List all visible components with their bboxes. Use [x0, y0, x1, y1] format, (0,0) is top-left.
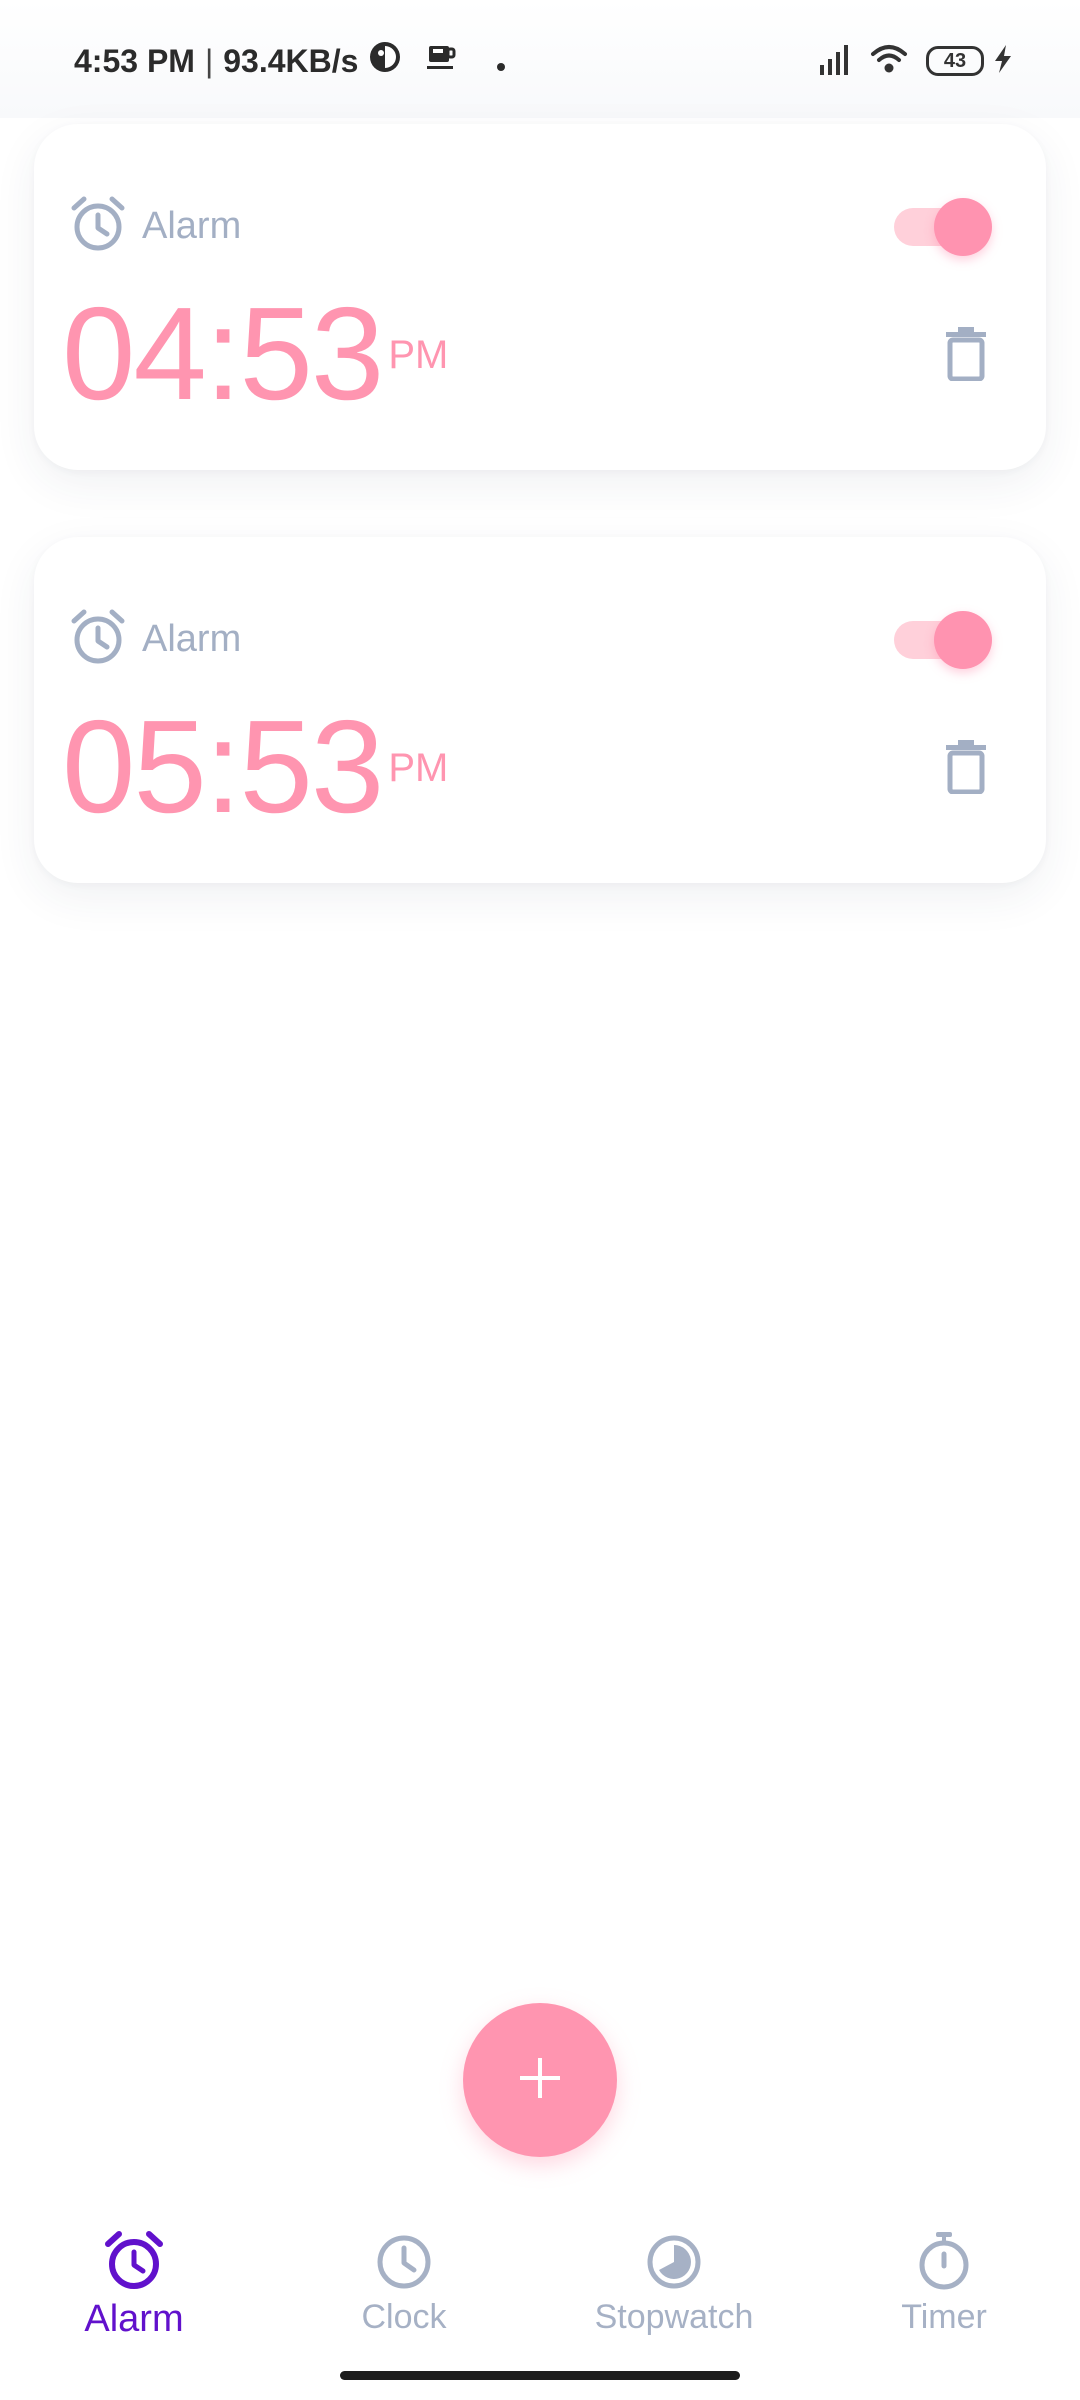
dot-icon	[496, 43, 506, 80]
nav-label-alarm: Alarm	[84, 2298, 184, 2340]
alarm-clock-icon	[68, 194, 128, 259]
delete-alarm-button[interactable]	[934, 324, 998, 388]
alarm-time[interactable]: 04:53	[62, 288, 384, 420]
alarm-card[interactable]: Alarm 05:53 PM	[34, 537, 1046, 883]
status-bar-right: 43	[818, 38, 1014, 84]
alarm-label: Alarm	[142, 204, 242, 247]
alarm-toggle[interactable]	[886, 192, 992, 258]
network-speed: 93.4KB/s	[223, 42, 359, 79]
nav-item-stopwatch[interactable]: Stopwatch	[564, 2210, 784, 2360]
alarm-label-row: Alarm	[68, 194, 241, 258]
app-notification-icon	[368, 40, 402, 82]
status-bar: 4:53 PM | 93.4KB/s 43	[0, 0, 1080, 118]
home-indicator[interactable]	[340, 2371, 740, 2380]
status-time: 4:53 PM	[74, 42, 195, 79]
add-alarm-button[interactable]	[463, 2003, 617, 2157]
clock-icon	[372, 2228, 436, 2292]
alarm-clock-icon	[68, 607, 128, 672]
alarm-time-row[interactable]: 05:53 PM	[62, 701, 449, 833]
alarm-clock-icon	[102, 2228, 166, 2292]
timer-icon	[912, 2228, 976, 2292]
nav-label-clock: Clock	[361, 2298, 447, 2336]
alarm-toggle[interactable]	[886, 605, 992, 671]
nav-item-timer[interactable]: Timer	[834, 2210, 1054, 2360]
alarm-ampm: PM	[388, 333, 449, 377]
toggle-knob	[934, 198, 992, 256]
alarm-ampm: PM	[388, 746, 449, 790]
bottom-navigation: Alarm Clock Stopwatch Timer	[0, 2210, 1080, 2360]
wifi-icon	[870, 43, 908, 80]
nav-item-alarm[interactable]: Alarm	[24, 2210, 244, 2360]
signal-icon	[818, 43, 852, 80]
delete-alarm-button[interactable]	[934, 737, 998, 801]
nav-label-timer: Timer	[901, 2298, 987, 2336]
nav-label-stopwatch: Stopwatch	[594, 2298, 754, 2336]
trash-icon	[944, 739, 988, 799]
coffee-icon	[424, 40, 458, 82]
nav-item-clock[interactable]: Clock	[294, 2210, 514, 2360]
plus-icon	[518, 2056, 562, 2105]
alarm-label: Alarm	[142, 617, 242, 660]
alarm-label-row: Alarm	[68, 607, 241, 671]
charging-icon	[992, 43, 1014, 80]
alarm-time[interactable]: 05:53	[62, 701, 384, 833]
trash-icon	[944, 326, 988, 386]
toggle-knob	[934, 611, 992, 669]
status-separator: |	[204, 42, 214, 79]
alarm-time-row[interactable]: 04:53 PM	[62, 288, 449, 420]
stopwatch-icon	[642, 2228, 706, 2292]
status-bar-left: 4:53 PM | 93.4KB/s	[74, 38, 506, 84]
battery-level: 43	[943, 49, 967, 72]
alarm-card[interactable]: Alarm 04:53 PM	[34, 124, 1046, 470]
battery-icon: 43	[926, 46, 984, 76]
